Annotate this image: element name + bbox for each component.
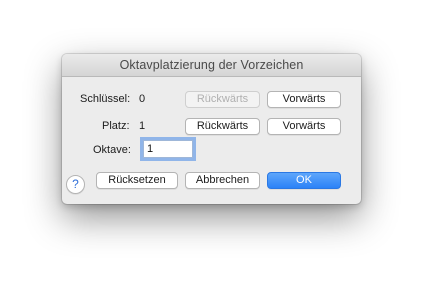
place-forward-button[interactable]: Vorwärts bbox=[267, 118, 341, 135]
key-value: 0 bbox=[139, 93, 146, 105]
cancel-button[interactable]: Abbrechen bbox=[185, 172, 260, 189]
reset-button[interactable]: Rücksetzen bbox=[96, 172, 178, 189]
desktop-background: Oktavplatzierung der Vorzeichen Schlüsse… bbox=[0, 0, 440, 284]
key-forward-button[interactable]: Vorwärts bbox=[267, 91, 341, 108]
key-backward-button[interactable]: Rückwärts bbox=[185, 91, 260, 108]
place-label: Platz: bbox=[102, 120, 130, 132]
place-backward-button[interactable]: Rückwärts bbox=[185, 118, 260, 135]
dialog-title: Oktavplatzierung der Vorzeichen bbox=[119, 58, 304, 72]
ok-button[interactable]: OK bbox=[267, 172, 341, 189]
octave-input[interactable] bbox=[143, 140, 193, 158]
place-value: 1 bbox=[139, 120, 146, 132]
help-glyph: ? bbox=[72, 177, 79, 191]
dialog-titlebar[interactable]: Oktavplatzierung der Vorzeichen bbox=[62, 54, 361, 77]
octave-placement-dialog: Oktavplatzierung der Vorzeichen Schlüsse… bbox=[62, 54, 361, 204]
octave-label: Oktave: bbox=[93, 144, 131, 156]
key-label: Schlüssel: bbox=[80, 93, 131, 105]
help-icon[interactable]: ? bbox=[66, 175, 85, 194]
